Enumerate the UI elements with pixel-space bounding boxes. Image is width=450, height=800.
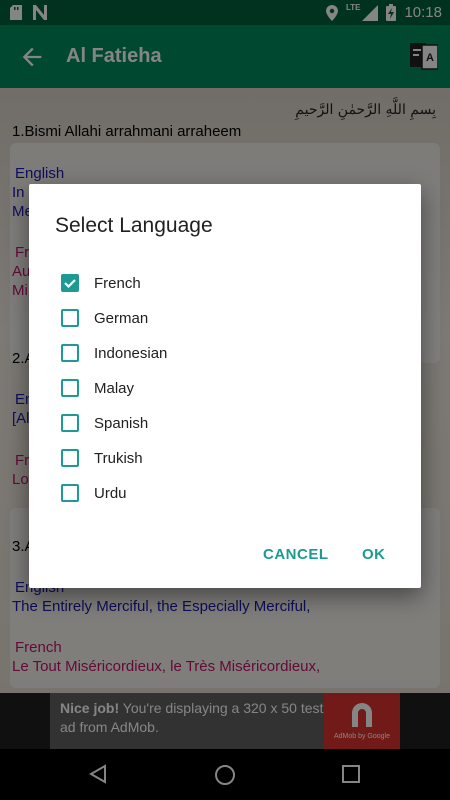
checkbox[interactable] (61, 449, 79, 467)
language-option-malay[interactable]: Malay (61, 373, 134, 403)
checkbox[interactable] (61, 414, 79, 432)
cancel-button[interactable]: CANCEL (263, 546, 329, 563)
language-option-spanish[interactable]: Spanish (61, 408, 148, 438)
checkbox[interactable] (61, 344, 79, 362)
language-label: Trukish (94, 449, 143, 467)
language-option-french[interactable]: French (61, 268, 141, 298)
checkbox[interactable] (61, 379, 79, 397)
language-option-urdu[interactable]: Urdu (61, 478, 127, 508)
language-label: French (94, 274, 141, 292)
checkbox[interactable] (61, 484, 79, 502)
checkbox[interactable] (61, 274, 79, 292)
language-option-german[interactable]: German (61, 303, 148, 333)
checkbox[interactable] (61, 309, 79, 327)
checkmark-icon (64, 279, 76, 289)
select-language-dialog: Select Language French German Indonesian… (29, 184, 421, 588)
language-option-indonesian[interactable]: Indonesian (61, 338, 167, 368)
language-label: Spanish (94, 414, 149, 432)
language-label: Indonesian (94, 344, 168, 362)
language-label: Malay (94, 379, 135, 397)
language-label: German (94, 309, 149, 327)
language-option-turkish[interactable]: Trukish (61, 443, 143, 473)
ok-button[interactable]: OK (362, 546, 386, 563)
language-label: Urdu (94, 484, 127, 502)
dialog-title: Select Language (55, 214, 213, 237)
